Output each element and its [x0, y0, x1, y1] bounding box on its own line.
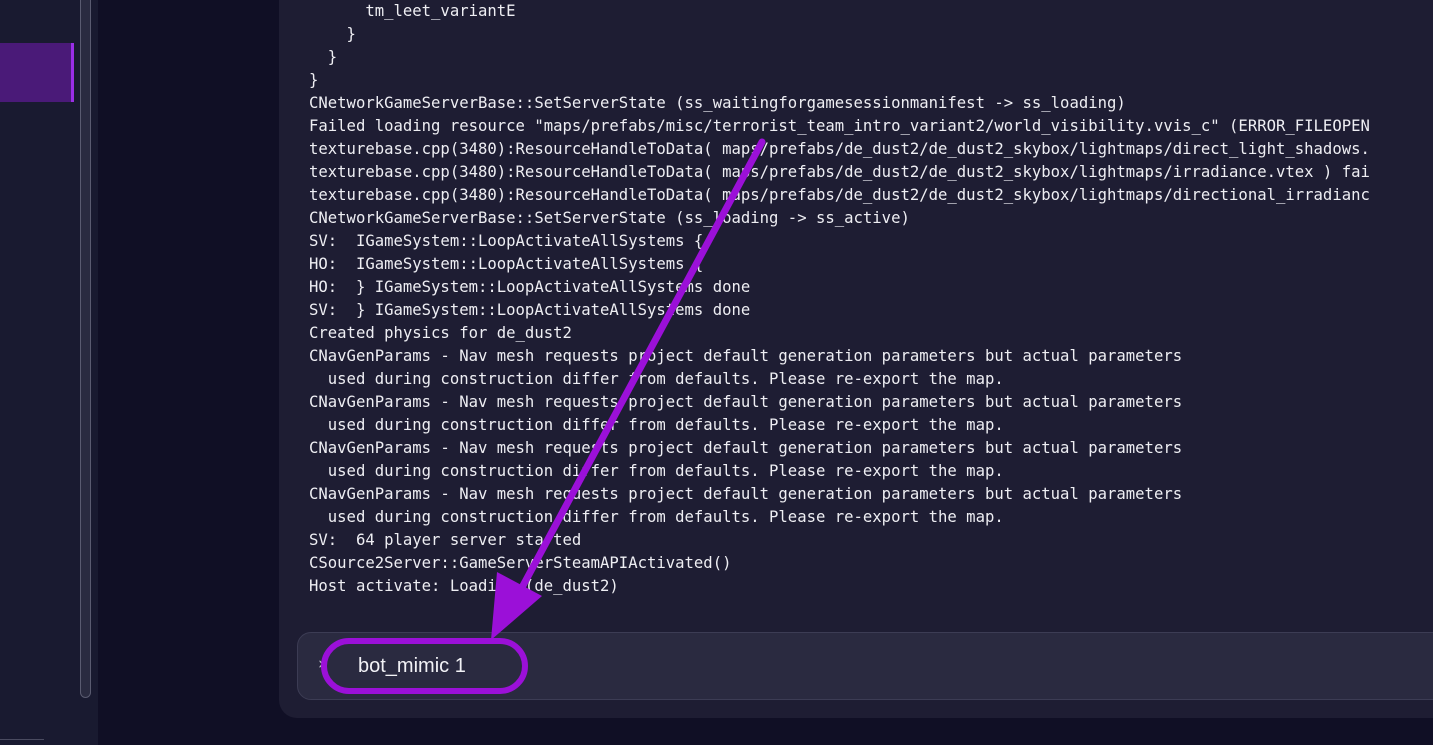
- console-line: CNavGenParams - Nav mesh requests projec…: [309, 439, 1183, 457]
- console-line: texturebase.cpp(3480):ResourceHandleToDa…: [309, 140, 1370, 158]
- console-line: HO: } IGameSystem::LoopActivateAllSystem…: [309, 278, 751, 296]
- chevron-right-icon: ›: [318, 654, 325, 674]
- app-window: tm_leet_variantE } }} CNetworkGameServerB…: [0, 0, 1433, 745]
- console-line: SV: IGameSystem::LoopActivateAllSystems …: [309, 232, 704, 250]
- console-line: }: [309, 71, 319, 89]
- console-line: SV: 64 player server started: [309, 531, 582, 549]
- console-line: tm_leet_variantE: [309, 2, 516, 20]
- command-input[interactable]: [358, 651, 858, 681]
- console-line: }: [309, 48, 338, 66]
- console-line: CNetworkGameServerBase::SetServerState (…: [309, 209, 910, 227]
- console-line: CNavGenParams - Nav mesh requests projec…: [309, 485, 1183, 503]
- console-line: Created physics for de_dust2: [309, 324, 572, 342]
- sidebar-item-active[interactable]: [0, 43, 71, 102]
- console-line: CNetworkGameServerBase::SetServerState (…: [309, 94, 1126, 112]
- console-line: used during construction differ from def…: [309, 462, 1004, 480]
- console-line: CNavGenParams - Nav mesh requests projec…: [309, 393, 1183, 411]
- console-line: texturebase.cpp(3480):ResourceHandleToDa…: [309, 186, 1370, 204]
- console-line: CNavGenParams - Nav mesh requests projec…: [309, 347, 1183, 365]
- console-line: used during construction differ from def…: [309, 416, 1004, 434]
- console-line: used during construction differ from def…: [309, 508, 1004, 526]
- sidebar-divider: [0, 739, 44, 740]
- console-line: Failed loading resource "maps/prefabs/mi…: [309, 117, 1370, 135]
- console-line: used during construction differ from def…: [309, 370, 1004, 388]
- console-line: SV: } IGameSystem::LoopActivateAllSystem…: [309, 301, 751, 319]
- console-line: }: [309, 25, 356, 43]
- sidebar-scrollbar[interactable]: [80, 0, 91, 698]
- console-line: CSource2Server::GameServerSteamAPIActiva…: [309, 554, 732, 572]
- console-output: tm_leet_variantE } }} CNetworkGameServerB…: [309, 0, 1433, 610]
- console-line: HO: IGameSystem::LoopActivateAllSystems …: [309, 255, 704, 273]
- sidebar: [0, 0, 98, 745]
- console-line: texturebase.cpp(3480):ResourceHandleToDa…: [309, 163, 1370, 181]
- console-line: Host activate: Loading (de_dust2): [309, 577, 619, 595]
- sidebar-active-indicator: [71, 43, 74, 102]
